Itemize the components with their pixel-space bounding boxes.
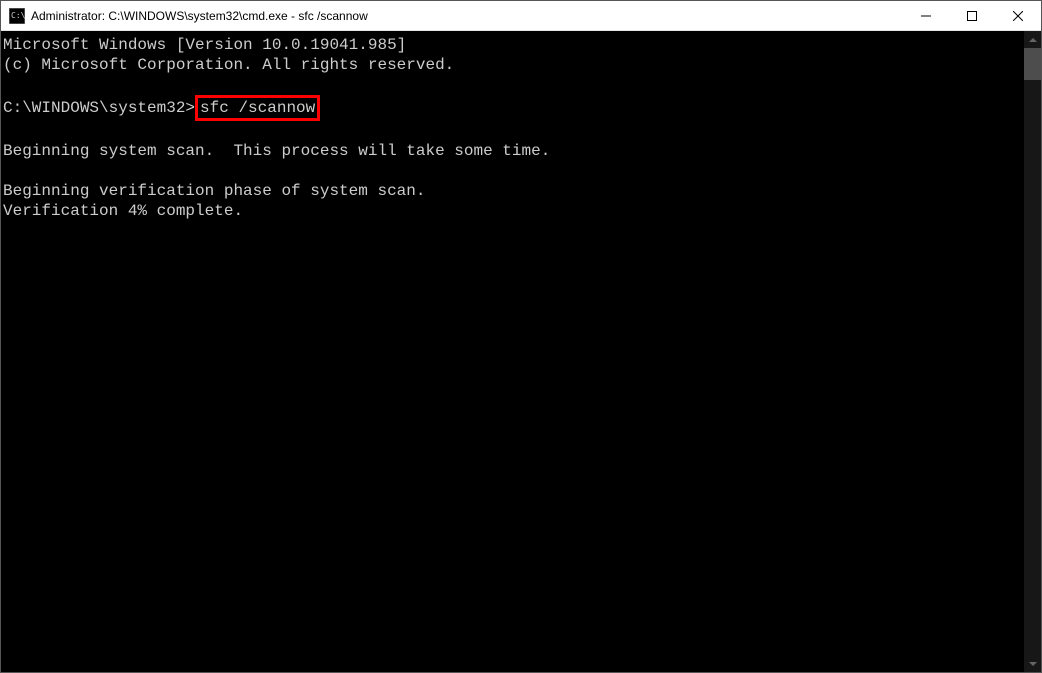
scrollbar-up-button[interactable]: [1024, 31, 1041, 48]
terminal-content[interactable]: Microsoft Windows [Version 10.0.19041.98…: [1, 31, 1024, 672]
scrollbar-down-button[interactable]: [1024, 655, 1041, 672]
command-highlight: sfc /scannow: [195, 95, 320, 121]
svg-text:C:\: C:\: [11, 11, 25, 20]
window-titlebar: C:\ Administrator: C:\WINDOWS\system32\c…: [1, 1, 1041, 31]
terminal-line: (c) Microsoft Corporation. All rights re…: [3, 55, 1022, 75]
maximize-button[interactable]: [949, 1, 995, 31]
vertical-scrollbar: [1024, 31, 1041, 672]
terminal-prompt-line: C:\WINDOWS\system32> sfc /scannow: [3, 95, 1022, 121]
terminal-prompt: C:\WINDOWS\system32>: [3, 99, 195, 117]
terminal-body: Microsoft Windows [Version 10.0.19041.98…: [1, 31, 1041, 672]
scrollbar-track[interactable]: [1024, 48, 1041, 655]
terminal-line: Verification 4% complete.: [3, 201, 1022, 221]
close-button[interactable]: [995, 1, 1041, 31]
terminal-line: Microsoft Windows [Version 10.0.19041.98…: [3, 35, 1022, 55]
window-title: Administrator: C:\WINDOWS\system32\cmd.e…: [31, 9, 903, 23]
scrollbar-thumb[interactable]: [1024, 48, 1041, 80]
terminal-line: Beginning verification phase of system s…: [3, 181, 1022, 201]
terminal-command: sfc /scannow: [200, 99, 315, 117]
cmd-icon: C:\: [9, 8, 25, 24]
terminal-line: Beginning system scan. This process will…: [3, 141, 1022, 161]
minimize-button[interactable]: [903, 1, 949, 31]
window-controls: [903, 1, 1041, 30]
